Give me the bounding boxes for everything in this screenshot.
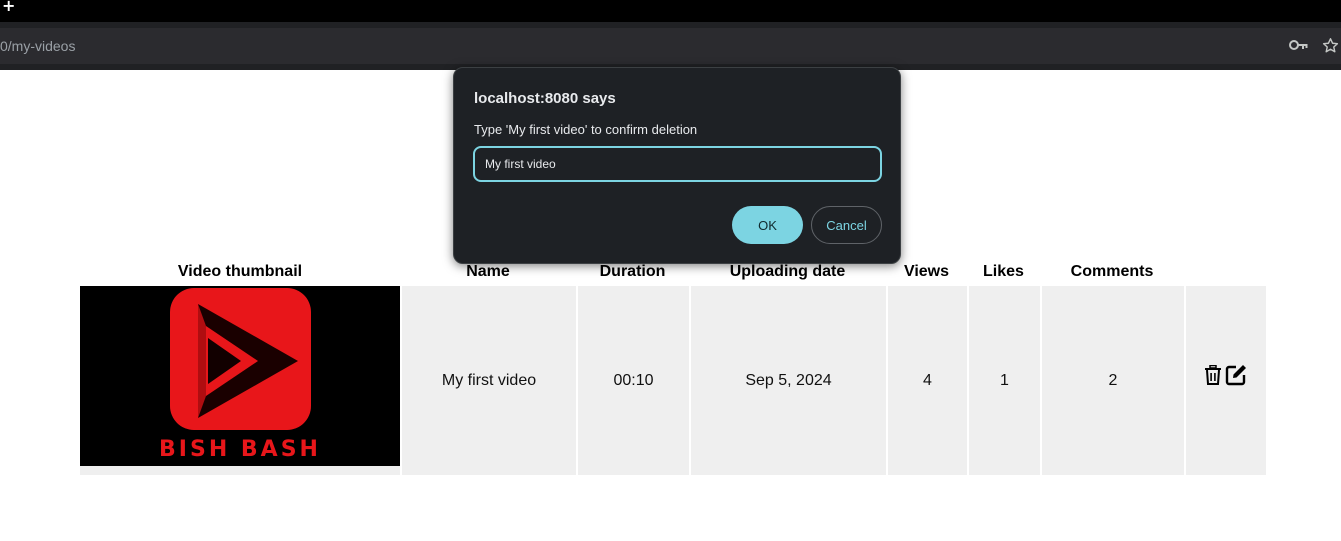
edit-icon[interactable] (1224, 363, 1248, 387)
cancel-button[interactable]: Cancel (811, 206, 882, 244)
header-comments: Comments (1070, 263, 1154, 280)
header-likes: Likes (983, 263, 1024, 280)
header-views: Views (903, 263, 950, 280)
duration-cell: 00:10 (576, 286, 689, 475)
star-icon[interactable] (1322, 37, 1339, 54)
address-bar[interactable]: 0/my-videos (0, 28, 1341, 64)
trash-icon[interactable] (1204, 365, 1222, 385)
likes-cell: 1 (967, 286, 1040, 475)
thumbnail-cell: BISH BASH (80, 286, 400, 475)
upload-date-cell: Sep 5, 2024 (689, 286, 886, 475)
confirm-delete-dialog: localhost:8080 says Type 'My first video… (453, 67, 901, 264)
plus-icon[interactable]: + (2, 0, 15, 14)
table-row: BISH BASH My first video 00:10 Sep 5, 20… (80, 286, 1266, 475)
header-actions (1184, 258, 1266, 286)
dialog-title: localhost:8080 says (474, 90, 616, 107)
browser-tab-strip: + (0, 0, 1341, 22)
key-icon[interactable] (1289, 38, 1309, 52)
ok-button[interactable]: OK (732, 206, 803, 244)
header-video-thumbnail: Video thumbnail (177, 263, 303, 280)
comments-cell: 2 (1040, 286, 1184, 475)
confirm-name-input[interactable] (473, 146, 882, 182)
dialog-message: Type 'My first video' to confirm deletio… (474, 122, 698, 137)
url-text[interactable]: 0/my-videos (0, 28, 75, 64)
video-name-cell: My first video (400, 286, 576, 475)
views-cell: 4 (886, 286, 967, 475)
videos-table: Video thumbnail Name Duration Uploading … (80, 258, 1266, 475)
video-thumbnail[interactable]: BISH BASH (80, 286, 400, 466)
actions-cell (1184, 286, 1266, 475)
browser-toolbar: 0/my-videos (0, 22, 1341, 70)
brand-name: BISH BASH (159, 437, 321, 462)
